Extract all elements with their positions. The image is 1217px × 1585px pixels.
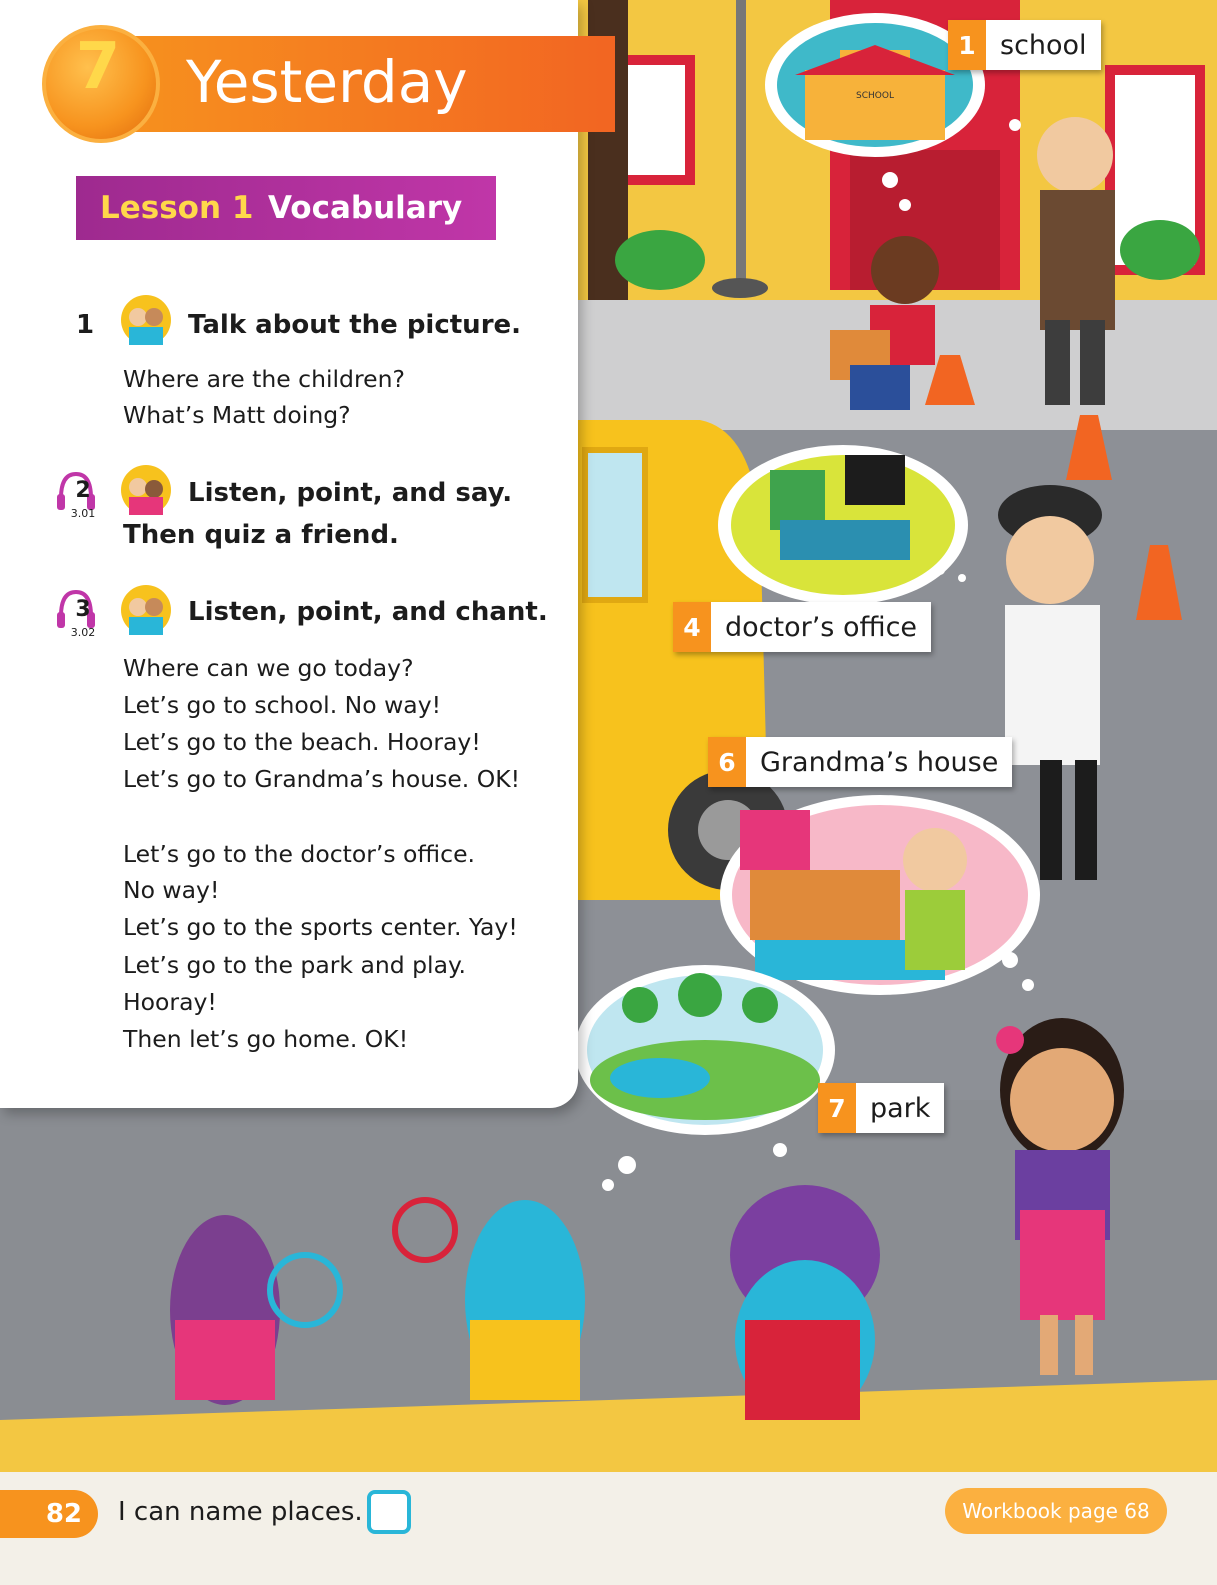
exercise-3-title: Listen, point, and chant.	[188, 597, 548, 627]
label-school[interactable]: 1 school	[948, 20, 1101, 70]
label-word: doctor’s office	[711, 602, 932, 652]
lesson-panel	[0, 0, 578, 1108]
label-grandmas-house[interactable]: 6 Grandma’s house	[708, 737, 1013, 787]
workbook-reference[interactable]: Workbook page 68	[945, 1488, 1167, 1534]
chant-line: Hooray!	[123, 988, 217, 1016]
label-number: 7	[818, 1083, 856, 1133]
lesson-label: Lesson 1	[100, 190, 254, 226]
lesson-name: Vocabulary	[268, 190, 463, 226]
chant-line: Let’s go to the sports center. Yay!	[123, 913, 518, 941]
exercise-3-number: 3	[75, 597, 91, 622]
label-doctors-office[interactable]: 4 doctor’s office	[673, 602, 932, 652]
exercise-2-number: 2	[75, 478, 91, 503]
label-park[interactable]: 7 park	[818, 1083, 945, 1133]
exercise-1-line: Where are the children?	[123, 365, 405, 393]
exercise-3-track: 3.02	[70, 626, 96, 639]
can-do-statement: I can name places.	[118, 1497, 363, 1527]
label-word: school	[986, 20, 1101, 70]
label-number: 1	[948, 20, 986, 70]
label-number: 6	[708, 737, 746, 787]
page-number: 82	[0, 1490, 98, 1538]
exercise-1-number: 1	[76, 310, 95, 340]
chant-line: No way!	[123, 876, 220, 904]
can-do-checkbox[interactable]	[367, 1490, 411, 1534]
school-sign: SCHOOL	[856, 91, 894, 101]
chant-line: Let’s go to the beach. Hooray!	[123, 728, 481, 756]
exercise-2-subtitle: Then quiz a friend.	[123, 520, 399, 550]
pair-icon	[121, 465, 171, 515]
label-number: 4	[673, 602, 711, 652]
exercise-2-track: 3.01	[70, 507, 96, 520]
exercise-1-line: What’s Matt doing?	[123, 401, 351, 429]
chant-line: Let’s go to the doctor’s office.	[123, 840, 475, 868]
chant-line: Let’s go to school. No way!	[123, 691, 442, 719]
label-word: Grandma’s house	[746, 737, 1013, 787]
chant-line: Let’s go to the park and play.	[123, 951, 467, 979]
exercise-2-title: Listen, point, and say.	[188, 478, 513, 508]
talk-group-icon	[121, 295, 171, 345]
chant-line: Where can we go today?	[123, 654, 414, 682]
chant-line: Then let’s go home. OK!	[123, 1025, 409, 1053]
exercise-1-title: Talk about the picture.	[188, 310, 522, 340]
unit-title: Yesterday	[186, 48, 468, 116]
chant-line: Let’s go to Grandma’s house. OK!	[123, 765, 521, 793]
unit-number: 7	[75, 30, 121, 104]
label-word: park	[856, 1083, 945, 1133]
chant-group-icon	[121, 585, 171, 635]
